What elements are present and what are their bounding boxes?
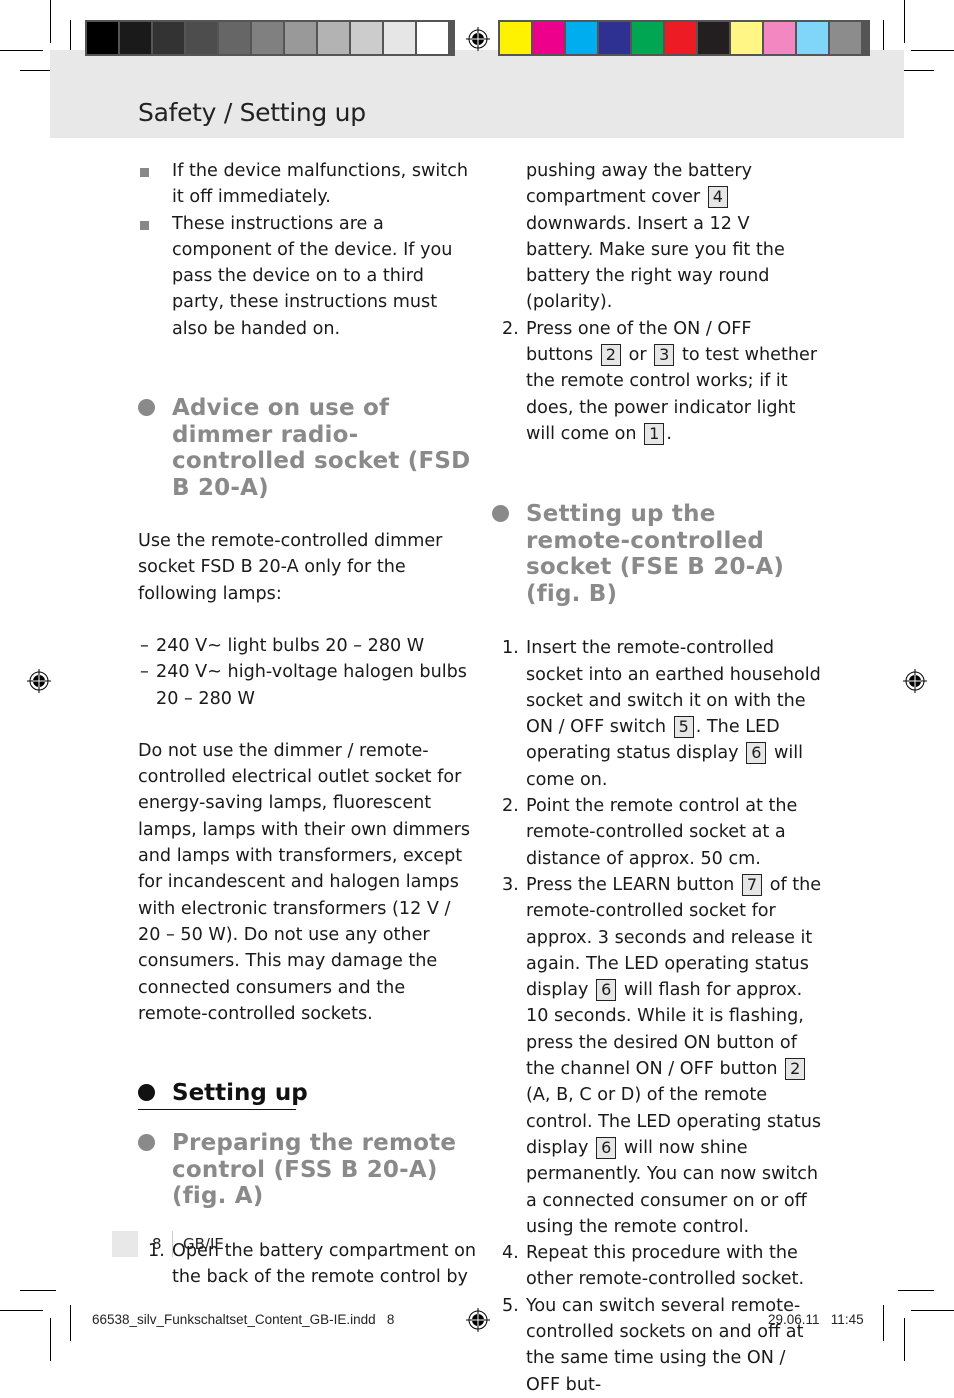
reference-number-badge: 1 (644, 422, 665, 445)
color-swatch (351, 22, 382, 54)
color-swatch (384, 22, 415, 54)
lamp-list-item: – 240 V~ high-voltage halogen bulbs 20 –… (140, 662, 467, 709)
crop-mark (911, 1310, 954, 1311)
crop-mark (50, 0, 51, 43)
square-bullet-icon (140, 220, 149, 230)
registration-mark-icon (903, 669, 927, 693)
color-swatch (599, 22, 630, 54)
square-bullet-icon (140, 168, 149, 177)
circle-bullet-icon (492, 505, 509, 523)
step-item: 3. Press the LEARN button 7 of the remot… (502, 873, 822, 1237)
heading-underline (138, 1108, 296, 1111)
reference-number-badge: 2 (600, 344, 621, 367)
footer-tab (112, 1231, 138, 1257)
bullet-item: These instructions are a component of th… (138, 211, 478, 342)
crop-mark (70, 1305, 71, 1341)
left-column: If the device malfunctions, switch it of… (138, 158, 478, 1290)
color-swatch (87, 22, 118, 54)
color-swatch (318, 22, 349, 54)
step-item: 1. Insert the remote-controlled socket i… (502, 638, 821, 790)
socket-steps: 1. Insert the remote-controlled socket i… (492, 635, 822, 1398)
registration-mark-icon (27, 669, 51, 693)
crop-mark (904, 0, 905, 43)
setting-up-heading: Setting up (138, 1078, 478, 1111)
color-swatch (186, 22, 217, 54)
crop-mark (20, 1290, 56, 1291)
color-swatch (120, 22, 151, 54)
color-calibration-bar (498, 20, 870, 56)
reference-number-badge: 3 (654, 344, 675, 367)
reference-number-badge: 7 (741, 873, 763, 896)
step-item: 4. Repeat this procedure with the other … (502, 1243, 805, 1290)
crop-mark (911, 50, 954, 51)
reference-number-badge: 6 (746, 742, 767, 765)
color-swatch (731, 22, 762, 54)
language-code: GB/IE (183, 1235, 224, 1253)
preparing-heading: Preparing the remote control (FSS B 20-A… (138, 1130, 478, 1210)
color-swatch (153, 22, 184, 54)
right-column: pushing away the battery compartment cov… (492, 158, 822, 1398)
color-swatch (285, 22, 316, 54)
bullet-item: If the device malfunctions, switch it of… (138, 158, 478, 211)
advice-heading: Advice on use of dimmer radio-controlled… (138, 395, 478, 501)
registration-mark-icon (466, 27, 490, 51)
color-swatch (566, 22, 597, 54)
circle-bullet-icon (138, 1084, 155, 1102)
color-swatch (500, 22, 531, 54)
crop-mark (883, 1305, 884, 1341)
color-swatch (219, 22, 250, 54)
step-item: 2. Point the remote control at the remot… (502, 796, 798, 869)
color-swatch (417, 22, 448, 54)
step-item: 5. You can switch several remote-control… (502, 1295, 804, 1395)
slug-timestamp: 29.06.11 11:45 (768, 1312, 864, 1327)
color-swatch (665, 22, 696, 54)
reference-number-badge: 5 (673, 716, 694, 739)
step-continuation: pushing away the battery compartment cov… (526, 161, 785, 313)
color-swatch (252, 22, 283, 54)
color-swatch (830, 22, 861, 54)
reference-number-badge: 6 (596, 979, 617, 1002)
crop-mark (0, 50, 43, 51)
registration-mark-icon (466, 1308, 490, 1332)
crop-mark (0, 1310, 43, 1311)
grayscale-calibration-bar (85, 20, 455, 56)
color-swatch (797, 22, 828, 54)
color-swatch (764, 22, 795, 54)
crop-mark (50, 1318, 51, 1361)
circle-bullet-icon (138, 1134, 155, 1152)
color-swatch (533, 22, 564, 54)
reference-number-badge: 6 (596, 1136, 617, 1159)
crop-mark (904, 1318, 905, 1361)
socket-heading: Setting up the remote-controlled socket … (492, 501, 822, 607)
advice-intro: Use the remote-controlled dimmer socket … (138, 531, 443, 604)
reference-number-badge: 2 (785, 1058, 806, 1081)
lamp-list-item: – 240 V~ light bulbs 20 – 280 W (140, 635, 425, 656)
reference-number-badge: 4 (707, 186, 728, 209)
page-number: 8 (152, 1235, 162, 1253)
color-swatch (698, 22, 729, 54)
crop-mark (898, 1290, 934, 1291)
step-item: 2. Press one of the ON / OFF buttons 2 o… (502, 318, 818, 445)
slug-filename: 66538_silv_Funkschaltset_Content_GB-IE.i… (92, 1312, 395, 1327)
color-swatch (632, 22, 663, 54)
page-title: Safety / Setting up (138, 98, 366, 127)
circle-bullet-icon (138, 399, 155, 417)
warning-paragraph: Do not use the dimmer / remote-controlle… (138, 740, 471, 1024)
footer-divider (172, 1231, 173, 1257)
lamp-list: – 240 V~ light bulbs 20 – 280 W – 240 V~… (138, 633, 478, 712)
